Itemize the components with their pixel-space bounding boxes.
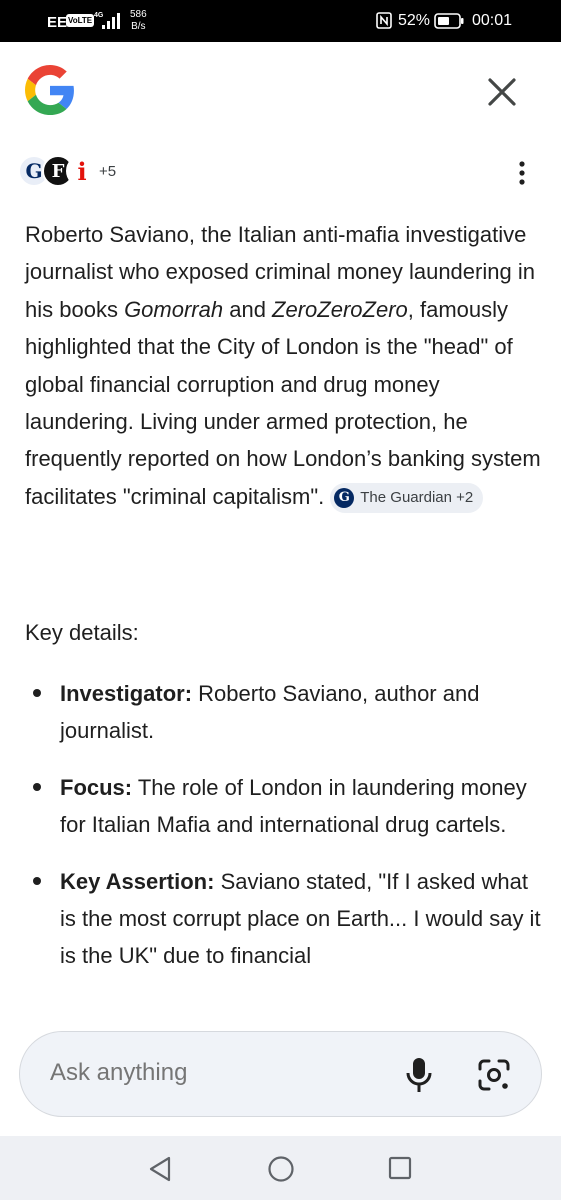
bullet-icon: [33, 876, 41, 885]
clock: 00:01: [472, 12, 513, 29]
google-lens-icon[interactable]: [477, 1058, 511, 1092]
search-box[interactable]: [19, 1031, 542, 1117]
sources-extra-count: +5: [99, 163, 117, 180]
more-options-icon[interactable]: [508, 158, 536, 188]
answer-paragraph: Roberto Saviano, the Italian anti-mafia …: [25, 216, 545, 515]
back-icon[interactable]: [147, 1155, 173, 1183]
source-avatar-inews: i: [66, 155, 98, 187]
battery-percent: 52%: [398, 12, 431, 29]
answer-text: and: [223, 296, 273, 322]
close-icon[interactable]: [482, 72, 522, 112]
item-label: Focus:: [60, 774, 133, 800]
home-icon[interactable]: [267, 1155, 295, 1183]
bullet-icon: [33, 689, 41, 697]
battery-icon: [434, 13, 464, 29]
list-item: Key Assertion: Saviano stated, "If I ask…: [25, 863, 545, 975]
guardian-logo-icon: G: [334, 487, 355, 508]
key-details-list: Investigator: Roberto Saviano, author an…: [25, 675, 545, 994]
network-type: 4G: [94, 12, 104, 19]
citation-chip[interactable]: G The Guardian +2: [330, 482, 484, 513]
list-item: Investigator: Roberto Saviano, author an…: [25, 675, 545, 750]
item-label: Investigator:: [60, 681, 193, 706]
answer-text: , famously highlighted that the City of …: [25, 296, 541, 509]
status-bar: EE VoLTE 4G 586 B/s 52% 00:01: [0, 0, 561, 42]
carrier-name: EE: [47, 14, 68, 31]
network-speed: 586 B/s: [130, 9, 147, 33]
key-details-heading: Key details:: [25, 620, 139, 645]
recent-apps-icon[interactable]: [388, 1156, 412, 1180]
navigation-bar: [0, 1136, 561, 1200]
book-title: Gomorrah: [124, 296, 224, 322]
nfc-icon: [376, 12, 392, 29]
item-label: Key Assertion:: [60, 868, 215, 894]
google-g-icon[interactable]: [25, 65, 75, 115]
content-fade: [0, 985, 561, 1030]
bullet-icon: [33, 782, 41, 791]
search-input[interactable]: [50, 1059, 350, 1087]
speed-unit: B/s: [131, 21, 146, 32]
book-title: ZeroZeroZero: [272, 296, 408, 322]
volte-badge: VoLTE: [66, 14, 95, 27]
speed-value: 586: [130, 9, 147, 20]
signal-icon: 4G: [94, 12, 120, 29]
sources-row[interactable]: G F i +5: [18, 155, 138, 189]
list-item: Focus: The role of London in laundering …: [25, 769, 545, 844]
microphone-icon[interactable]: [404, 1056, 434, 1094]
citation-label: The Guardian +2: [360, 488, 474, 506]
